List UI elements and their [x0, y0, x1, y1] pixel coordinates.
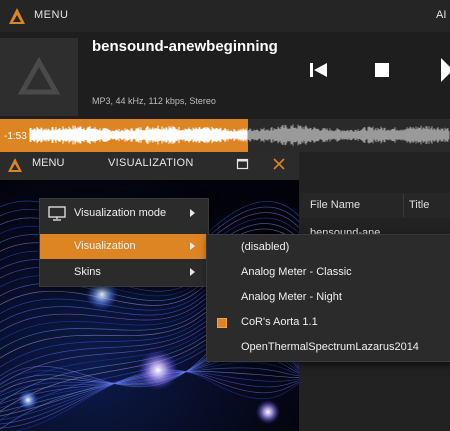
submenu-item-label: Analog Meter - Classic — [241, 266, 352, 278]
visualization-submenu: (disabled) Analog Meter - Classic Analog… — [206, 234, 450, 362]
submenu-item-label: OpenThermalSpectrumLazarus2014 — [241, 341, 419, 353]
menu-item-label: Skins — [74, 266, 101, 278]
maximize-button[interactable] — [236, 157, 250, 171]
close-button[interactable] — [271, 156, 287, 172]
monitor-icon — [48, 206, 66, 221]
track-info: MP3, 44 kHz, 112 kbps, Stereo — [92, 96, 216, 106]
submenu-item-label: CoR's Aorta 1.1 — [241, 316, 318, 328]
track-title: bensound-anewbeginning — [92, 38, 278, 55]
submenu-item-analog-classic[interactable]: Analog Meter - Classic — [207, 260, 450, 285]
submenu-item-analog-night[interactable]: Analog Meter - Night — [207, 285, 450, 310]
waveform-graphic — [0, 119, 450, 152]
column-header-title[interactable]: Title — [409, 199, 429, 211]
submenu-arrow-icon — [190, 209, 195, 217]
aimp-logo-icon[interactable] — [8, 7, 26, 25]
submenu-item-openthermal[interactable]: OpenThermalSpectrumLazarus2014 — [207, 335, 450, 360]
menu-item-label: Visualization — [74, 240, 136, 252]
menu-item-label: Visualization mode — [74, 207, 167, 219]
time-elapsed: -1:53 — [4, 131, 27, 142]
main-title-text: AI — [436, 9, 447, 21]
main-menu-button[interactable]: MENU — [34, 9, 68, 21]
submenu-item-cors-aorta[interactable]: CoR's Aorta 1.1 — [207, 310, 450, 335]
column-divider[interactable] — [403, 194, 404, 217]
play-button[interactable] — [441, 58, 450, 82]
visualization-window-title: VISUALIZATION — [108, 157, 194, 169]
context-menu: Visualization mode Visualization Skins — [39, 198, 209, 287]
submenu-arrow-icon — [190, 268, 195, 276]
menu-item-visualization[interactable]: Visualization — [40, 234, 208, 259]
stop-button[interactable] — [375, 63, 389, 77]
column-header-filename[interactable]: File Name — [310, 199, 360, 211]
submenu-item-disabled[interactable]: (disabled) — [207, 235, 450, 260]
album-art — [0, 38, 78, 116]
album-placeholder-icon — [17, 56, 61, 95]
visualization-menu-button[interactable]: MENU — [32, 157, 64, 169]
menu-item-skins[interactable]: Skins — [40, 260, 208, 285]
submenu-arrow-icon — [190, 242, 195, 250]
aimp-logo-icon[interactable] — [7, 157, 23, 173]
waveform-seekbar[interactable] — [0, 119, 450, 152]
submenu-item-label: Analog Meter - Night — [241, 291, 342, 303]
submenu-item-label: (disabled) — [241, 241, 290, 253]
selected-indicator-icon — [217, 318, 227, 328]
menu-item-visualization-mode[interactable]: Visualization mode — [40, 201, 208, 226]
previous-track-button[interactable] — [310, 62, 328, 78]
